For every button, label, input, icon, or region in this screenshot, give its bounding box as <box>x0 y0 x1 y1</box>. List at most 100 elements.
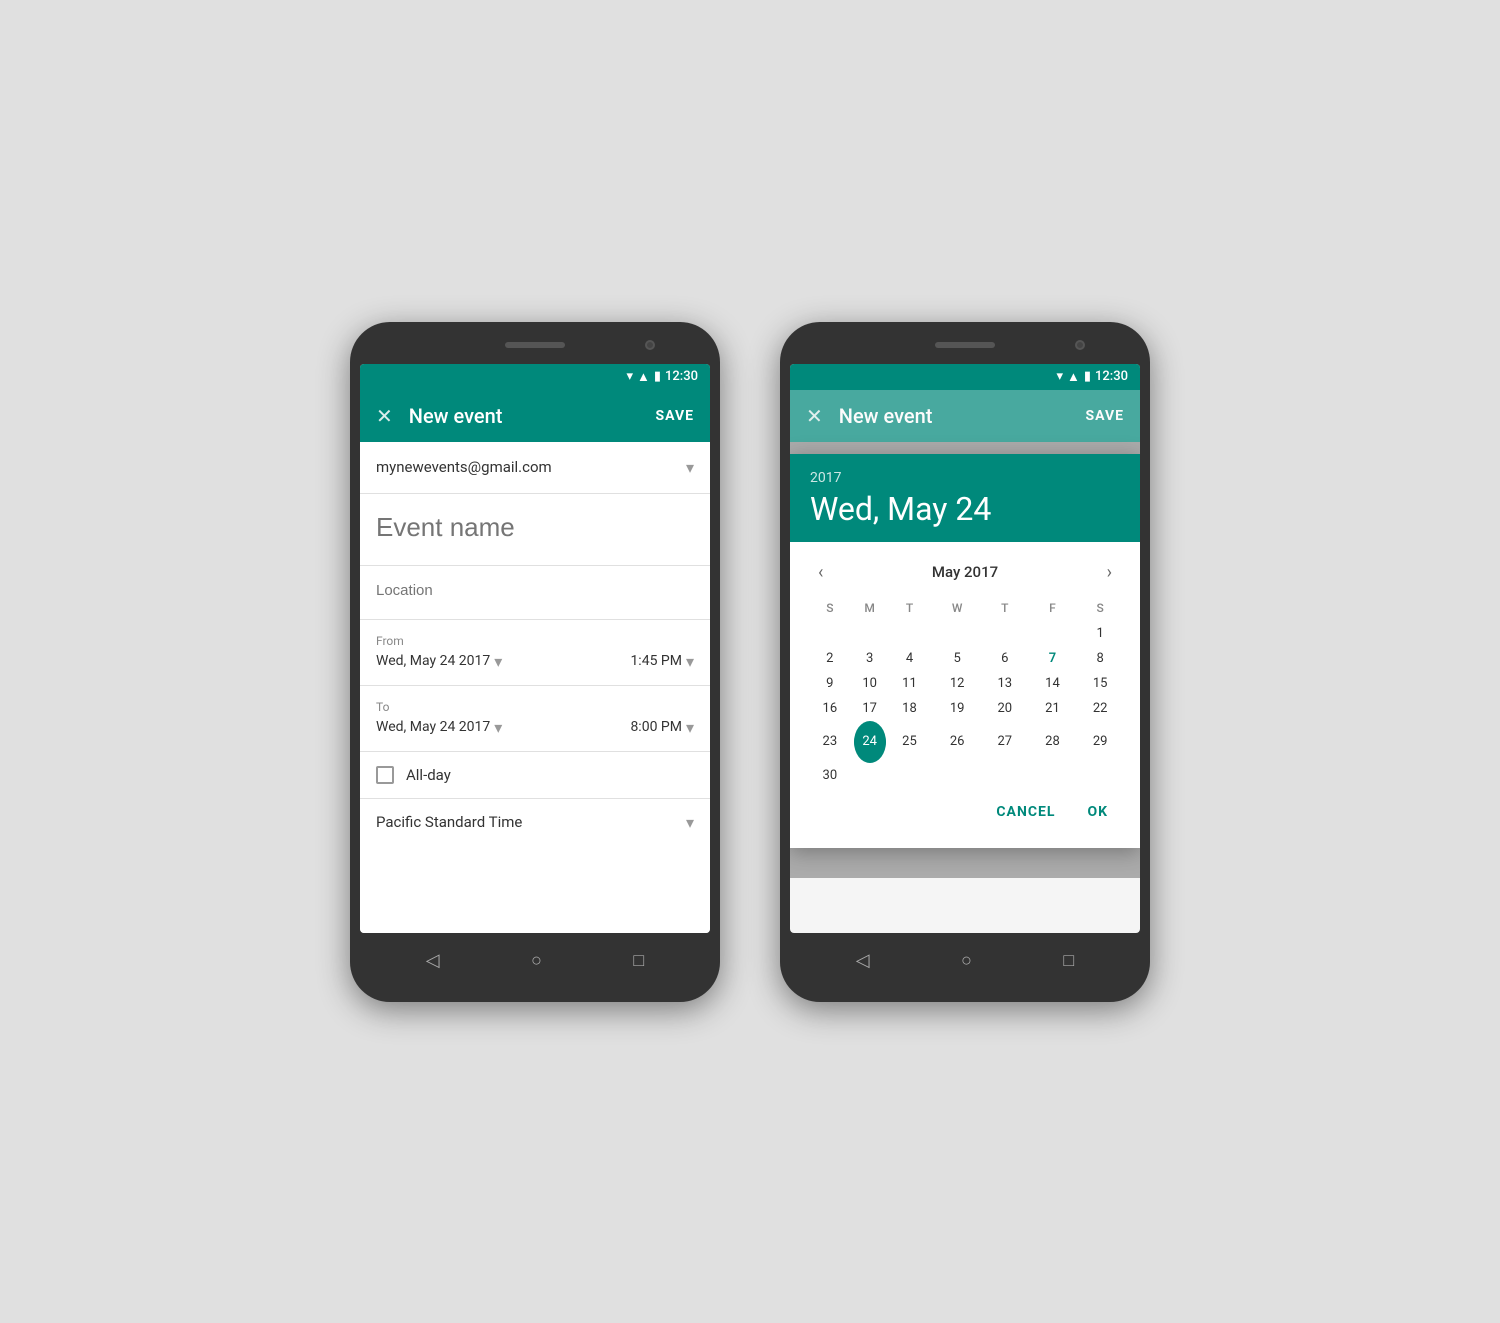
cal-header: 2017 Wed, May 24 <box>790 454 1140 542</box>
recent-button-2[interactable]: □ <box>1063 950 1074 971</box>
email-row[interactable]: mynewevents@gmail.com ▾ <box>360 442 710 494</box>
cal-week-row: 30 <box>806 763 1124 788</box>
to-date-time-row: Wed, May 24 2017 ▾ 8:00 PM ▾ <box>376 718 694 737</box>
cal-week-row: 2345678 <box>806 646 1124 671</box>
cal-day <box>854 621 886 646</box>
cal-day[interactable]: 21 <box>1029 696 1077 721</box>
cal-day[interactable]: 23 <box>806 721 854 763</box>
event-name-input[interactable] <box>376 504 694 551</box>
app-bar-1: ✕ New event SAVE <box>360 390 710 442</box>
back-button-1[interactable]: ◁ <box>426 950 440 971</box>
back-button-2[interactable]: ◁ <box>856 950 870 971</box>
to-label: To <box>376 700 694 714</box>
to-date-select[interactable]: Wed, May 24 2017 ▾ <box>376 718 502 737</box>
time-1: 12:30 <box>665 369 698 384</box>
cal-weekday: S <box>806 595 854 621</box>
email-dropdown-icon[interactable]: ▾ <box>686 458 694 477</box>
cal-day[interactable]: 26 <box>933 721 981 763</box>
cal-day[interactable]: 8 <box>1076 646 1124 671</box>
allday-row[interactable]: All-day <box>360 752 710 798</box>
cal-day[interactable]: 3 <box>854 646 886 671</box>
cal-day[interactable]: 17 <box>854 696 886 721</box>
save-button-2[interactable]: SAVE <box>1086 408 1125 424</box>
cal-day[interactable]: 18 <box>886 696 934 721</box>
cal-day[interactable]: 9 <box>806 671 854 696</box>
cal-day[interactable]: 1 <box>1076 621 1124 646</box>
to-date-dropdown-icon: ▾ <box>494 718 502 737</box>
app-bar-title-1: New event <box>409 404 640 428</box>
cal-weekday: T <box>981 595 1029 621</box>
cal-day[interactable]: 28 <box>1029 721 1077 763</box>
cal-day[interactable]: 7 <box>1029 646 1077 671</box>
recent-button-1[interactable]: □ <box>633 950 644 971</box>
cal-day[interactable]: 13 <box>981 671 1029 696</box>
cal-day[interactable]: 2 <box>806 646 854 671</box>
cal-day <box>886 621 934 646</box>
phone-bottom-1: ◁ ○ □ <box>360 933 710 988</box>
camera-1 <box>645 340 655 350</box>
status-icons-2: ▾ ▲ ▮ 12:30 <box>1056 369 1128 385</box>
to-section: To Wed, May 24 2017 ▾ 8:00 PM ▾ <box>360 686 710 752</box>
cal-day[interactable]: 19 <box>933 696 981 721</box>
cal-day[interactable]: 25 <box>886 721 934 763</box>
close-button-1[interactable]: ✕ <box>376 404 393 428</box>
cal-weekday: F <box>1029 595 1077 621</box>
from-time-text: 1:45 PM <box>630 653 682 669</box>
battery-icon-2: ▮ <box>1084 369 1091 384</box>
cal-day[interactable]: 6 <box>981 646 1029 671</box>
cal-day[interactable]: 15 <box>1076 671 1124 696</box>
phone-bottom-2: ◁ ○ □ <box>790 933 1140 988</box>
phone-2: ▾ ▲ ▮ 12:30 ✕ New event SAVE 2017 Wed, M… <box>780 322 1150 1002</box>
cal-day <box>981 763 1029 788</box>
cal-weekday-row: SMTWTFS <box>806 595 1124 621</box>
cal-day[interactable]: 24 <box>854 721 886 763</box>
cal-day[interactable]: 27 <box>981 721 1029 763</box>
prev-month-button[interactable]: ‹ <box>810 558 831 587</box>
cal-day[interactable]: 20 <box>981 696 1029 721</box>
cal-day[interactable]: 10 <box>854 671 886 696</box>
cal-day[interactable]: 29 <box>1076 721 1124 763</box>
cal-year: 2017 <box>810 470 1120 486</box>
cal-weekday: W <box>933 595 981 621</box>
allday-checkbox[interactable] <box>376 766 394 784</box>
battery-icon-1: ▮ <box>654 369 661 384</box>
cal-day[interactable]: 5 <box>933 646 981 671</box>
cal-day <box>933 763 981 788</box>
cal-weekday: S <box>1076 595 1124 621</box>
from-time-select[interactable]: 1:45 PM ▾ <box>630 652 694 671</box>
cal-day <box>933 621 981 646</box>
location-input[interactable] <box>376 576 694 605</box>
cal-day <box>1076 763 1124 788</box>
camera-2 <box>1075 340 1085 350</box>
location-section <box>360 566 710 620</box>
save-button-1[interactable]: SAVE <box>656 408 695 424</box>
signal-icon-2: ▲ <box>1067 369 1080 385</box>
cal-day[interactable]: 22 <box>1076 696 1124 721</box>
cal-day[interactable]: 4 <box>886 646 934 671</box>
status-bar-2: ▾ ▲ ▮ 12:30 <box>790 364 1140 390</box>
cal-day[interactable]: 12 <box>933 671 981 696</box>
cal-week-row: 16171819202122 <box>806 696 1124 721</box>
close-button-2[interactable]: ✕ <box>806 404 823 428</box>
ok-button[interactable]: OK <box>1079 796 1116 828</box>
cancel-button[interactable]: CANCEL <box>988 796 1063 828</box>
timezone-row[interactable]: Pacific Standard Time ▾ <box>360 798 710 846</box>
signal-icon-1: ▲ <box>637 369 650 385</box>
phone-1: ▾ ▲ ▮ 12:30 ✕ New event SAVE mynewevents… <box>350 322 720 1002</box>
home-button-2[interactable]: ○ <box>961 950 972 971</box>
to-time-select[interactable]: 8:00 PM ▾ <box>630 718 694 737</box>
cal-month-label: May 2017 <box>932 563 998 581</box>
screen-1: ▾ ▲ ▮ 12:30 ✕ New event SAVE mynewevents… <box>360 364 710 933</box>
home-button-1[interactable]: ○ <box>531 950 542 971</box>
from-date-text: Wed, May 24 2017 <box>376 653 490 669</box>
form-1: mynewevents@gmail.com ▾ From Wed, May 24… <box>360 442 710 933</box>
from-section: From Wed, May 24 2017 ▾ 1:45 PM ▾ <box>360 620 710 686</box>
cal-week-row: 9101112131415 <box>806 671 1124 696</box>
cal-day[interactable]: 30 <box>806 763 854 788</box>
cal-day[interactable]: 14 <box>1029 671 1077 696</box>
from-date-select[interactable]: Wed, May 24 2017 ▾ <box>376 652 502 671</box>
next-month-button[interactable]: › <box>1099 558 1120 587</box>
cal-day <box>1029 763 1077 788</box>
cal-day[interactable]: 16 <box>806 696 854 721</box>
cal-day[interactable]: 11 <box>886 671 934 696</box>
